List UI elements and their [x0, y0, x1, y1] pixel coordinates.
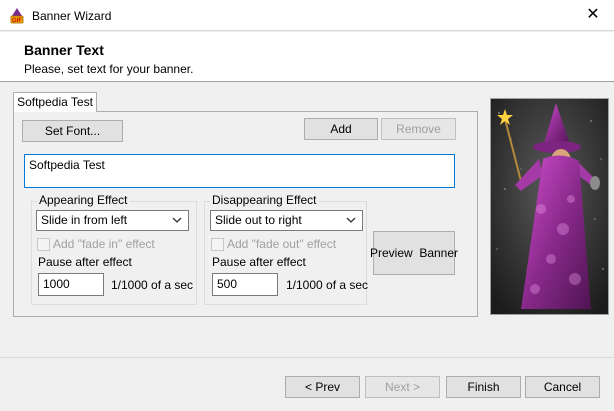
footer-divider	[0, 357, 614, 358]
finish-button[interactable]: Finish	[446, 376, 521, 398]
wizard-illustration	[490, 98, 609, 315]
disappearing-effect-label: Disappearing Effect	[210, 193, 319, 207]
svg-text:GIF: GIF	[12, 18, 22, 24]
tab-softpedia-test[interactable]: Softpedia Test	[13, 92, 97, 112]
disappear-pause-label: Pause after effect	[212, 255, 306, 269]
close-button[interactable]: ✕	[581, 5, 605, 25]
gif-wizard-icon: GIF	[9, 8, 25, 24]
appear-pause-input[interactable]: 1000	[38, 273, 104, 296]
appear-unit-label: 1/1000 of a sec	[111, 278, 194, 292]
appearing-effect-select[interactable]: Slide in from left	[36, 210, 189, 231]
preview-banner-button[interactable]: Preview Banner	[370, 231, 458, 275]
appearing-effect-label: Appearing Effect	[37, 193, 130, 207]
chevron-down-icon	[345, 214, 357, 226]
chevron-down-icon	[171, 214, 183, 226]
disappear-unit-label: 1/1000 of a sec	[286, 278, 369, 292]
set-font-button[interactable]: Set Font...	[22, 120, 123, 142]
fade-out-label: Add "fade out" effect	[227, 237, 337, 251]
add-button[interactable]: Add	[304, 118, 378, 140]
cancel-button[interactable]: Cancel	[525, 376, 600, 398]
disappearing-effect-value: Slide out to right	[215, 213, 302, 227]
page-title: Banner Text	[24, 42, 104, 58]
fade-out-checkbox[interactable]	[211, 238, 224, 251]
appear-pause-label: Pause after effect	[38, 255, 132, 269]
fade-in-checkbox[interactable]	[37, 238, 50, 251]
disappear-pause-input[interactable]: 500	[212, 273, 278, 296]
page-subtitle: Please, set text for your banner.	[24, 62, 194, 76]
disappearing-effect-select[interactable]: Slide out to right	[210, 210, 363, 231]
appearing-effect-value: Slide in from left	[41, 213, 128, 227]
next-button[interactable]: Next >	[365, 376, 440, 398]
remove-button[interactable]: Remove	[381, 118, 456, 140]
banner-text-field[interactable]: Softpedia Test	[24, 154, 455, 188]
window-title: Banner Wizard	[32, 9, 112, 23]
prev-button[interactable]: < Prev	[285, 376, 360, 398]
fade-in-label: Add "fade in" effect	[53, 237, 155, 251]
